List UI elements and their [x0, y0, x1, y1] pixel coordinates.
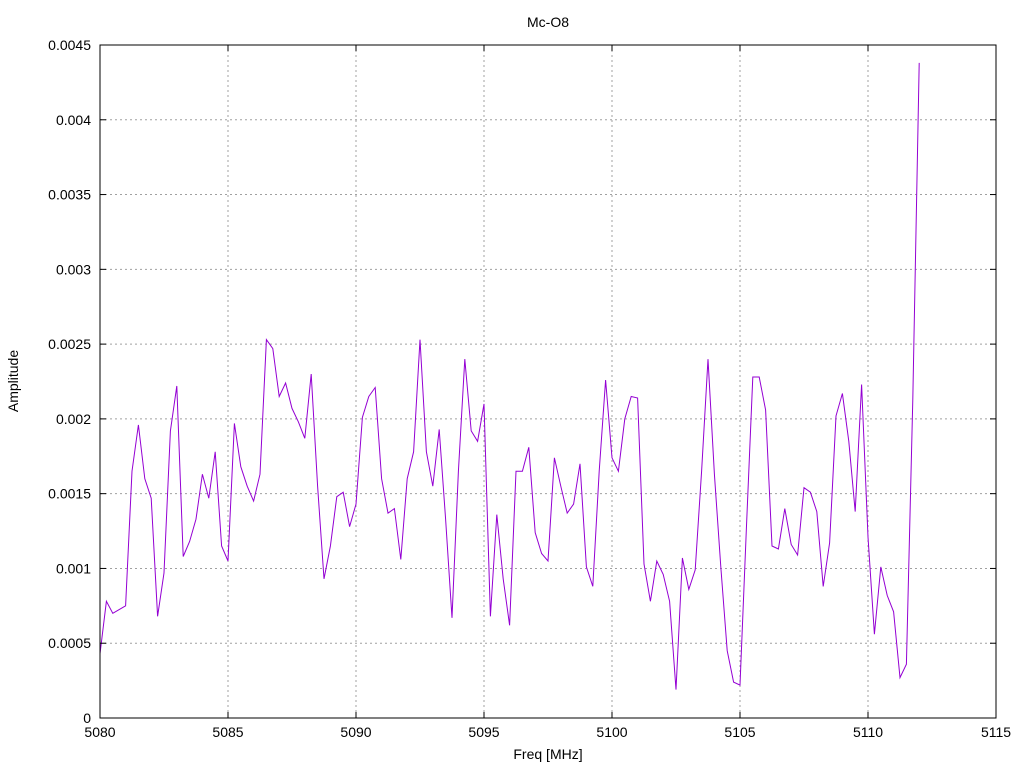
chart-background: [0, 0, 1024, 768]
x-tick-label: 5085: [212, 724, 243, 740]
y-axis-label: Amplitude: [5, 350, 21, 412]
y-tick-label: 0.002: [56, 411, 91, 427]
x-tick-label: 5115: [981, 724, 1011, 740]
y-tick-label: 0.0025: [48, 336, 91, 352]
y-tick-label: 0.0015: [48, 486, 91, 502]
y-tick-label: 0.003: [56, 261, 91, 277]
x-tick-label: 5080: [84, 724, 115, 740]
y-tick-label: 0.004: [56, 112, 91, 128]
y-tick-label: 0: [83, 710, 91, 726]
x-axis-label: Freq [MHz]: [513, 746, 582, 762]
x-tick-label: 5110: [853, 724, 883, 740]
y-tick-label: 0.0035: [48, 187, 91, 203]
x-tick-label: 5105: [724, 724, 755, 740]
chart-title: Mc-O8: [527, 14, 569, 30]
x-tick-label: 5100: [596, 724, 627, 740]
chart: 5080 5085 5090 5095 5100 5105 5110 5115 0 0.0005 0…: [0, 0, 1024, 768]
x-tick-label: 5090: [340, 724, 371, 740]
y-tick-label: 0.0005: [48, 635, 91, 651]
y-tick-label: 0.001: [56, 560, 91, 576]
x-tick-label: 5095: [468, 724, 499, 740]
y-tick-label: 0.0045: [48, 37, 91, 53]
